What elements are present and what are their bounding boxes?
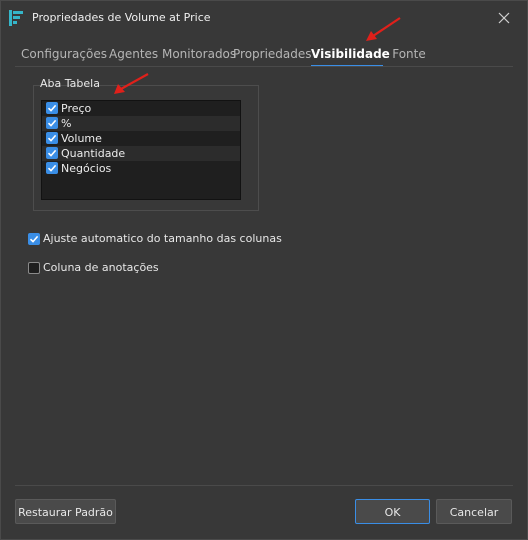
table-columns-list[interactable]: Preço % Volume Quantidade Negócios xyxy=(41,100,241,200)
notes-column-label: Coluna de anotações xyxy=(43,261,159,274)
table-group-label: Aba Tabela xyxy=(40,77,100,90)
checkmark-icon xyxy=(47,134,57,142)
tab-fonte[interactable]: Fonte xyxy=(391,43,427,65)
checkmark-icon xyxy=(47,119,57,127)
auto-size-label: Ajuste automatico do tamanho das colunas xyxy=(43,232,282,245)
checkmark-icon xyxy=(47,149,57,157)
tab-divider xyxy=(15,66,513,67)
checkbox-negocios[interactable] xyxy=(46,162,58,174)
notes-column-option[interactable]: Coluna de anotações xyxy=(28,261,168,275)
list-item[interactable]: Volume xyxy=(42,131,240,146)
checkbox-preco[interactable] xyxy=(46,102,58,114)
restore-default-button[interactable]: Restaurar Padrão xyxy=(15,499,116,524)
title-bar: Propriedades de Volume at Price xyxy=(1,1,527,35)
footer-divider xyxy=(15,485,513,486)
list-item-label: Preço xyxy=(61,102,92,115)
checkbox-quantidade[interactable] xyxy=(46,147,58,159)
list-item-label: Negócios xyxy=(61,162,112,175)
notes-column-checkbox[interactable] xyxy=(28,262,40,274)
list-item-label: Volume xyxy=(61,132,102,145)
checkmark-icon xyxy=(29,235,39,243)
tab-configuracoes[interactable]: Configurações xyxy=(21,43,107,65)
tab-bar: Configurações Agentes Monitorados Propri… xyxy=(15,43,513,67)
list-item-label: % xyxy=(61,117,72,130)
list-item-label: Quantidade xyxy=(61,147,126,160)
list-item[interactable]: Preço xyxy=(42,101,240,116)
tab-propriedades[interactable]: Propriedades xyxy=(233,43,312,65)
tab-agentes-monitorados[interactable]: Agentes Monitorados xyxy=(109,43,236,65)
checkbox-percent[interactable] xyxy=(46,117,58,129)
ok-button[interactable]: OK xyxy=(355,499,430,524)
auto-size-checkbox[interactable] xyxy=(28,233,40,245)
checkbox-volume[interactable] xyxy=(46,132,58,144)
window-title: Propriedades de Volume at Price xyxy=(32,11,211,24)
checkmark-icon xyxy=(47,164,57,172)
close-icon[interactable] xyxy=(495,9,513,27)
list-item[interactable]: Negócios xyxy=(42,161,240,176)
cancel-button[interactable]: Cancelar xyxy=(436,499,512,524)
list-item[interactable]: % xyxy=(42,116,240,131)
volume-at-price-icon xyxy=(9,10,23,26)
checkmark-icon xyxy=(47,104,57,112)
tab-visibilidade[interactable]: Visibilidade xyxy=(311,43,390,67)
list-item[interactable]: Quantidade xyxy=(42,146,240,161)
properties-dialog: Propriedades de Volume at Price Configur… xyxy=(0,0,528,540)
auto-size-option[interactable]: Ajuste automatico do tamanho das colunas xyxy=(28,232,282,246)
